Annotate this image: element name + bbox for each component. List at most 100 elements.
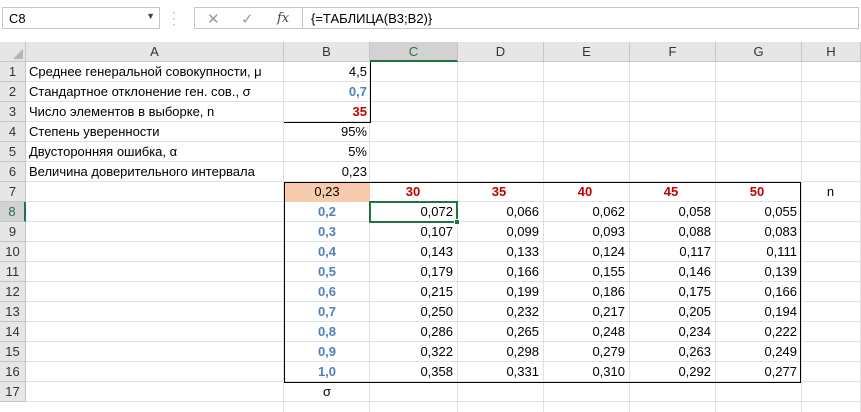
table-cell[interactable]: 0,234	[628, 322, 714, 342]
table-sigma-value[interactable]: 0,6	[284, 282, 370, 302]
table-n-header[interactable]: 35	[456, 182, 542, 202]
chevron-down-icon[interactable]: ▼	[146, 11, 155, 21]
table-cell[interactable]: 0,133	[456, 242, 542, 262]
cell-A2[interactable]: Стандартное отклонение ген. сов., σ	[26, 82, 284, 102]
name-box[interactable]: C8 ▼	[2, 7, 160, 29]
table-cell[interactable]: 0,222	[714, 322, 800, 342]
cancel-icon[interactable]: ✕	[207, 10, 220, 28]
cell-A4[interactable]: Степень уверенности	[26, 122, 284, 142]
table-cell[interactable]: 0,179	[370, 262, 456, 282]
column-header-h[interactable]: H	[802, 42, 861, 62]
table-cell[interactable]: 0,292	[628, 362, 714, 382]
table-cell[interactable]: 0,358	[370, 362, 456, 382]
cell-A5[interactable]: Двусторонняя ошибка, α	[26, 142, 284, 162]
formula-input[interactable]: {=ТАБЛИЦА(B3;B2)}	[302, 7, 859, 29]
table-cell[interactable]: 0,186	[542, 282, 628, 302]
cell-A6[interactable]: Величина доверительного интервала	[26, 162, 284, 182]
cell-B6[interactable]: 0,23	[284, 162, 370, 182]
resize-handle-icon[interactable]: · · ·	[170, 6, 178, 30]
row-header-12[interactable]: 12	[0, 282, 26, 302]
column-header-d[interactable]: D	[458, 42, 544, 62]
fill-handle[interactable]	[454, 219, 460, 225]
row-header-3[interactable]: 3	[0, 102, 26, 122]
table-sigma-value[interactable]: 0,8	[284, 322, 370, 342]
cell-B7[interactable]: 0,23	[284, 182, 370, 202]
table-sigma-value[interactable]: 0,3	[284, 222, 370, 242]
row-header-1[interactable]: 1	[0, 62, 26, 82]
table-cell[interactable]: 0,107	[370, 222, 456, 242]
table-sigma-value[interactable]: 0,2	[284, 202, 370, 222]
table-cell[interactable]: 0,175	[628, 282, 714, 302]
table-cell[interactable]: 0,124	[542, 242, 628, 262]
cell-B17-sigma-label[interactable]: σ	[284, 382, 370, 402]
table-n-header[interactable]: 30	[370, 182, 456, 202]
table-cell[interactable]: 0,166	[456, 262, 542, 282]
table-sigma-value[interactable]: 1,0	[284, 362, 370, 382]
row-header-9[interactable]: 9	[0, 222, 26, 242]
row-header-16[interactable]: 16	[0, 362, 26, 382]
table-cell[interactable]: 0,194	[714, 302, 800, 322]
table-cell[interactable]: 0,217	[542, 302, 628, 322]
column-header-b[interactable]: B	[284, 42, 370, 62]
table-cell[interactable]: 0,331	[456, 362, 542, 382]
table-cell[interactable]: 0,298	[456, 342, 542, 362]
table-cell[interactable]: 0,058	[628, 202, 714, 222]
row-header-15[interactable]: 15	[0, 342, 26, 362]
table-sigma-value[interactable]: 0,4	[284, 242, 370, 262]
column-header-g[interactable]: G	[716, 42, 802, 62]
row-header-17[interactable]: 17	[0, 382, 26, 402]
table-cell[interactable]: 0,322	[370, 342, 456, 362]
row-header-11[interactable]: 11	[0, 262, 26, 282]
cell-B4[interactable]: 95%	[284, 122, 370, 142]
row-header-8[interactable]: 8	[0, 202, 26, 222]
table-cell[interactable]: 0,083	[714, 222, 800, 242]
table-cell[interactable]: 0,062	[542, 202, 628, 222]
table-cell[interactable]: 0,265	[456, 322, 542, 342]
column-header-c[interactable]: C	[370, 42, 458, 62]
table-sigma-value[interactable]: 0,7	[284, 302, 370, 322]
cell-B1[interactable]: 4,5	[284, 62, 370, 82]
table-cell[interactable]: 0,155	[542, 262, 628, 282]
enter-icon[interactable]: ✓	[241, 10, 254, 28]
table-sigma-value[interactable]: 0,9	[284, 342, 370, 362]
table-cell[interactable]: 0,066	[456, 202, 542, 222]
table-cell[interactable]: 0,263	[628, 342, 714, 362]
table-cell[interactable]: 0,279	[542, 342, 628, 362]
row-header-14[interactable]: 14	[0, 322, 26, 342]
row-header-5[interactable]: 5	[0, 142, 26, 162]
column-header-e[interactable]: E	[544, 42, 630, 62]
table-n-header[interactable]: 40	[542, 182, 628, 202]
table-cell[interactable]: 0,143	[370, 242, 456, 262]
table-cell[interactable]: 0,277	[714, 362, 800, 382]
row-header-13[interactable]: 13	[0, 302, 26, 322]
cell-A1[interactable]: Среднее генеральной совокупности, μ	[26, 62, 284, 82]
cell-H7-n-label[interactable]: n	[800, 182, 861, 202]
table-cell[interactable]: 0,072	[370, 202, 456, 222]
cell-area[interactable]: Среднее генеральной совокупности, μ 4,5 …	[26, 62, 861, 412]
cell-A3[interactable]: Число элементов в выборке, n	[26, 102, 284, 122]
table-cell[interactable]: 0,166	[714, 282, 800, 302]
table-cell[interactable]: 0,117	[628, 242, 714, 262]
table-cell[interactable]: 0,250	[370, 302, 456, 322]
row-header-6[interactable]: 6	[0, 162, 26, 182]
row-header-10[interactable]: 10	[0, 242, 26, 262]
table-cell[interactable]: 0,099	[456, 222, 542, 242]
table-cell[interactable]: 0,248	[542, 322, 628, 342]
table-cell[interactable]: 0,205	[628, 302, 714, 322]
table-cell[interactable]: 0,310	[542, 362, 628, 382]
table-cell[interactable]: 0,093	[542, 222, 628, 242]
table-cell[interactable]: 0,286	[370, 322, 456, 342]
table-cell[interactable]: 0,088	[628, 222, 714, 242]
table-sigma-value[interactable]: 0,5	[284, 262, 370, 282]
cell-B5[interactable]: 5%	[284, 142, 370, 162]
table-cell[interactable]: 0,249	[714, 342, 800, 362]
row-header-4[interactable]: 4	[0, 122, 26, 142]
column-header-f[interactable]: F	[630, 42, 716, 62]
select-all-button[interactable]	[0, 42, 26, 62]
table-cell[interactable]: 0,139	[714, 262, 800, 282]
table-n-header[interactable]: 50	[714, 182, 800, 202]
row-header-2[interactable]: 2	[0, 82, 26, 102]
table-cell[interactable]: 0,055	[714, 202, 800, 222]
cell-B3[interactable]: 35	[284, 102, 370, 122]
table-cell[interactable]: 0,199	[456, 282, 542, 302]
